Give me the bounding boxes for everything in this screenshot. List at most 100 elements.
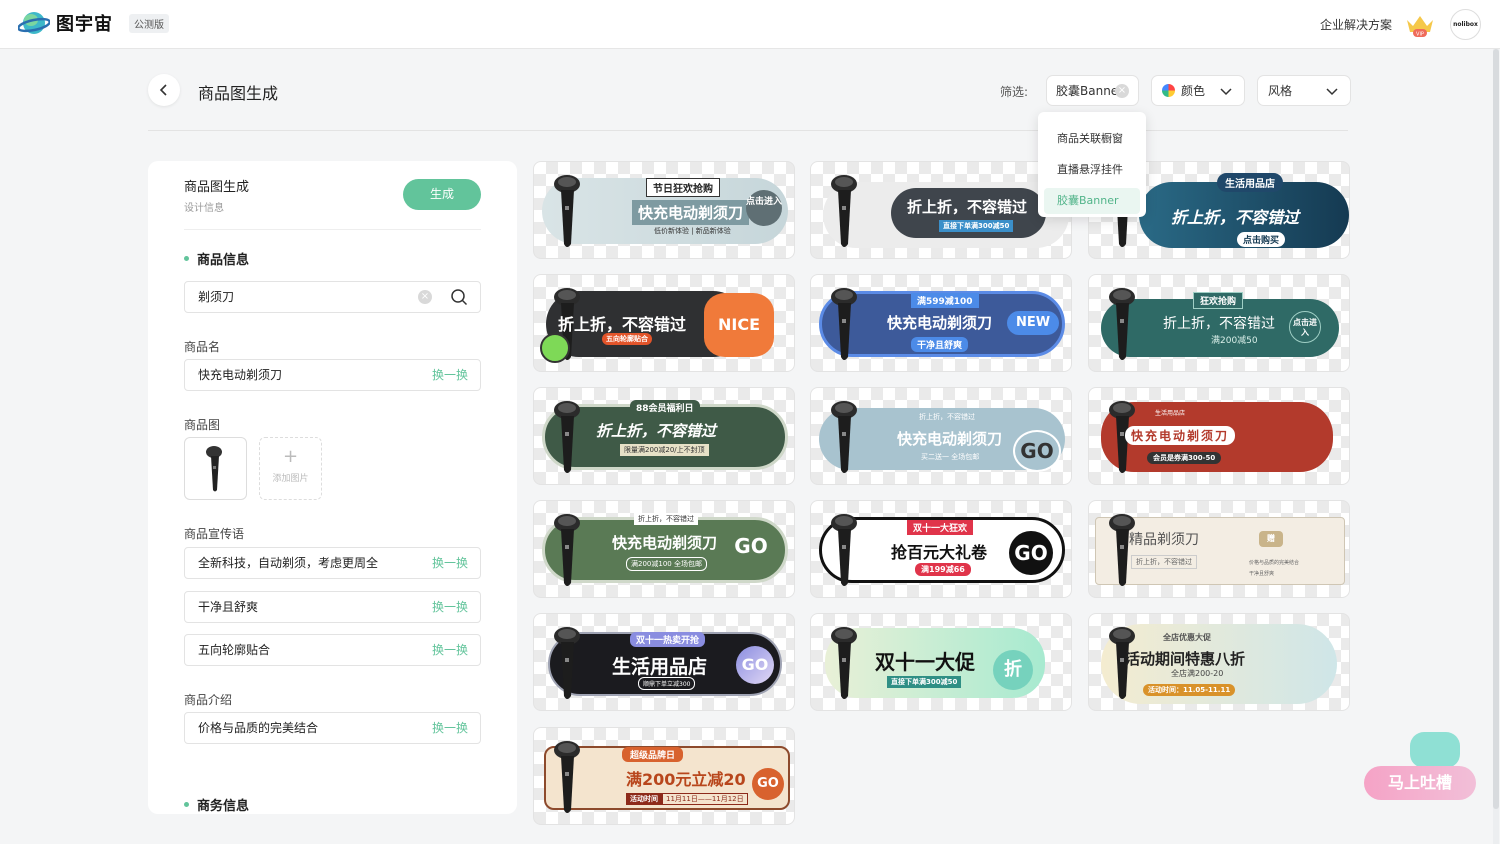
razor-product-icon <box>831 288 857 360</box>
slogan-field[interactable]: 全新科技，自动剃须，考虑更周全 换一换 <box>184 547 481 579</box>
intro-value: 价格与品质的完美结合 <box>198 721 319 735</box>
banner-badge: NICE <box>704 293 774 357</box>
style-filter-label: 风格 <box>1268 84 1293 98</box>
banner-tag: 节日狂欢抢购 <box>646 178 720 197</box>
banner-card[interactable]: 狂欢抢购 折上折，不容错过 满200减50 点击进入 <box>1088 274 1350 372</box>
logo[interactable]: 图宇宙 公测版 <box>18 10 169 36</box>
section-product-label: 商品信息 <box>197 253 250 268</box>
banner-headline: 快充电动剃须刀 <box>887 314 993 332</box>
banner-subline: 五向轮廓贴合 <box>602 333 652 345</box>
banner-subline: 满199减66 <box>915 563 971 576</box>
banner-detail: 干净且舒爽 <box>1249 571 1275 577</box>
banner-card[interactable]: 超级品牌日 满200元立减20 活动时间 11月11日——11月12日 GO <box>533 727 795 825</box>
page-scrollbar[interactable] <box>1493 49 1499 844</box>
style-filter-select[interactable]: 风格 <box>1257 75 1351 106</box>
brand-name: 图宇宙 <box>56 14 113 35</box>
slogan-value: 全新科技，自动剃须，考虑更周全 <box>198 556 379 570</box>
banner-tag: 生活用品店 <box>1155 410 1186 417</box>
intro-label: 商品介绍 <box>184 693 233 707</box>
banner-badge: GO <box>736 646 774 684</box>
intro-field[interactable]: 价格与品质的完美结合 换一换 <box>184 712 481 744</box>
banner-card[interactable]: 双十一热卖开抢 生活用品店 顺鼎下单立减300 GO <box>533 613 795 711</box>
product-image-thumbnail[interactable] <box>184 437 247 500</box>
top-bar: 图宇宙 公测版 企业解决方案 VIP nolibox <box>0 0 1500 49</box>
razor-product-icon <box>831 401 857 473</box>
smiley-sticker-icon <box>540 333 570 363</box>
banner-card[interactable]: 生活用品店 快充电动剃须刀 会员是券满300-50 <box>1088 387 1350 485</box>
swap-slogan-button[interactable]: 换一换 <box>432 592 468 622</box>
feedback-widget[interactable]: 马上吐槽 <box>1364 732 1476 802</box>
product-name-label: 商品名 <box>184 340 221 354</box>
banner-tag: 狂欢抢购 <box>1193 292 1244 309</box>
banner-card[interactable]: 节日狂欢抢购 快充电动剃须刀 低价新体验 | 新品新体验 点击进入 <box>533 161 795 259</box>
clear-search-icon[interactable]: × <box>418 290 432 304</box>
banner-card[interactable]: 双十一大促 直接下单满300减50 折 <box>810 613 1072 711</box>
enterprise-solutions-link[interactable]: 企业解决方案 <box>1320 16 1392 33</box>
banner-card[interactable]: 全店优惠大促 活动期间特惠八折 全店满200-20 活动时间：11.05-11.… <box>1088 613 1350 711</box>
avatar[interactable]: nolibox <box>1450 9 1481 40</box>
banner-detail: 活动时间：11.05-11.11 <box>1143 684 1236 696</box>
back-button[interactable] <box>148 74 180 106</box>
section-product-info: 商品信息 <box>184 249 249 268</box>
color-filter-select[interactable]: 颜色 <box>1151 75 1245 106</box>
banner-card[interactable]: 折上折，不容错过 直接下单满300减50 <box>810 161 1072 259</box>
planet-logo-icon <box>18 12 50 34</box>
banner-detail: 价格与品质的完美结合 <box>1249 560 1300 566</box>
banner-detail-label: 活动时间 <box>626 793 662 805</box>
banner-badge: 折 <box>993 650 1033 690</box>
razor-product-icon <box>554 514 580 586</box>
banner-badge: NEW <box>1007 311 1059 335</box>
slogan-field[interactable]: 干净且舒爽 换一换 <box>184 591 481 623</box>
beta-badge: 公测版 <box>129 13 169 33</box>
slogan-value: 五向轮廓贴合 <box>198 643 271 657</box>
banner-subline: 会员是券满300-50 <box>1147 452 1222 464</box>
razor-product-icon <box>554 175 580 247</box>
clear-filter-icon[interactable]: × <box>1115 84 1129 98</box>
banner-headline: 折上折，不容错过 <box>558 315 687 334</box>
swap-slogan-button[interactable]: 换一换 <box>432 635 468 665</box>
filter-label: 筛选: <box>1000 85 1029 99</box>
razor-image-icon <box>205 445 222 491</box>
product-search-input[interactable]: 剃须刀 × <box>184 281 481 313</box>
dropdown-option-live-widget[interactable]: 直播悬浮挂件 <box>1044 157 1140 183</box>
add-image-button[interactable]: + 添加图片 <box>259 437 322 500</box>
banner-subline: 低价新体验 | 新品新体验 <box>654 227 731 235</box>
banner-badge: GO <box>1013 430 1061 472</box>
slogan-field[interactable]: 五向轮廓贴合 换一换 <box>184 634 481 666</box>
swap-slogan-button[interactable]: 换一换 <box>432 548 468 578</box>
search-icon[interactable] <box>450 288 468 306</box>
banner-card[interactable]: 双十一大狂欢 抢百元大礼卷 满199减66 GO <box>810 500 1072 598</box>
banner-card[interactable]: 88会员福利日 折上折，不容错过 限量满200减20/上不封顶 <box>533 387 795 485</box>
panel-title: 商品图生成 <box>184 180 250 195</box>
dropdown-option-capsule-banner[interactable]: 胶囊Banner <box>1044 188 1140 214</box>
banner-subline: 限量满200减20/上不封顶 <box>620 444 709 456</box>
banner-card[interactable]: 折上折，不容错过 五向轮廓贴合 NICE <box>533 274 795 372</box>
banner-tag: 88会员福利日 <box>630 400 700 415</box>
banner-subline: 顺鼎下单立减300 <box>638 677 696 690</box>
banner-badge: GO <box>752 768 784 800</box>
panel-subtitle: 设计信息 <box>184 203 224 214</box>
razor-product-icon <box>831 175 857 247</box>
banner-card[interactable]: 满599减100 快充电动剃须刀 干净且舒爽 NEW <box>810 274 1072 372</box>
scrollbar-thumb[interactable] <box>1493 49 1499 809</box>
banner-card[interactable]: 折上折，不容错过 快充电动剃须刀 满200减100 全场包邮 GO <box>533 500 795 598</box>
razor-product-icon <box>554 627 580 699</box>
banner-headline: 快充电动剃须刀 <box>612 534 718 552</box>
banner-headline: 折上折，不容错过 <box>1163 316 1275 332</box>
settings-panel: 商品图生成 设计信息 生成 商品信息 剃须刀 × 商品名 快充电动剃须刀 换一换… <box>148 161 517 814</box>
swap-intro-button[interactable]: 换一换 <box>432 713 468 743</box>
dropdown-option-window[interactable]: 商品关联橱窗 <box>1044 126 1140 152</box>
vip-label: VIP <box>1416 32 1424 38</box>
vip-crown-icon[interactable]: VIP <box>1404 12 1436 38</box>
product-name-value: 快充电动剃须刀 <box>198 368 283 382</box>
banner-card[interactable]: 精品剃须刀 折上折，不容错过 价格与品质的完美结合 干净且舒爽 赠 <box>1088 500 1350 598</box>
swap-name-button[interactable]: 换一换 <box>432 360 468 390</box>
banner-card[interactable]: 折上折，不容错过 快充电动剃须刀 买二送一 全场包邮 GO <box>810 387 1072 485</box>
generate-button[interactable]: 生成 <box>403 179 481 210</box>
feedback-button[interactable]: 马上吐槽 <box>1364 766 1476 800</box>
type-filter-select[interactable]: 胶囊Banner × <box>1046 75 1139 106</box>
banner-cta: 点击进入 <box>746 190 782 226</box>
banner-subline: 满200减100 全场包邮 <box>626 557 707 571</box>
banner-tag: 超级品牌日 <box>622 747 684 762</box>
product-name-field[interactable]: 快充电动剃须刀 换一换 <box>184 359 481 391</box>
